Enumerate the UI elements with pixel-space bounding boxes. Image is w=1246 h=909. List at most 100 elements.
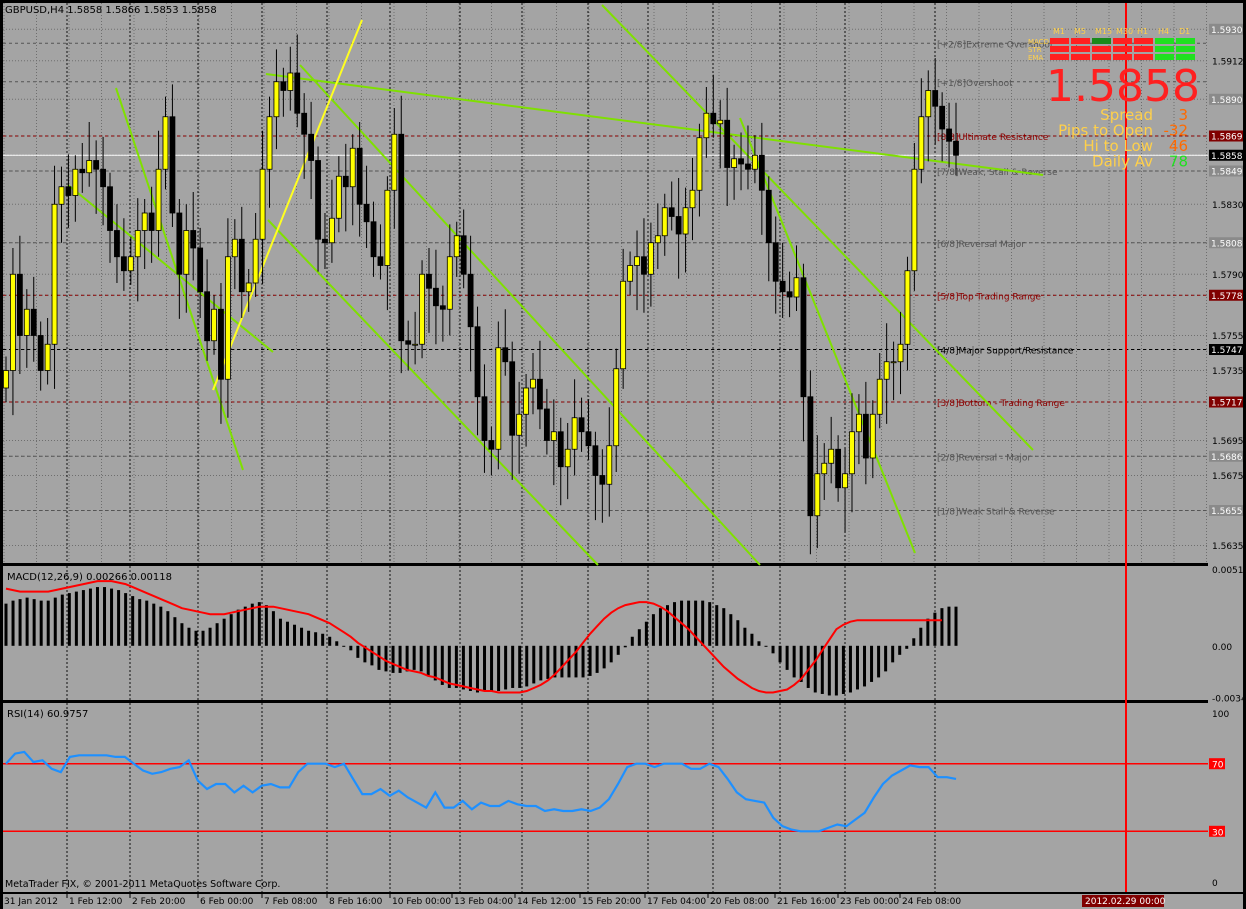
candle-bull: [446, 256, 453, 310]
macd-bar: [46, 600, 50, 646]
macd-bar: [630, 636, 634, 646]
candle-bull: [627, 265, 633, 282]
macd-bar: [145, 600, 149, 646]
candle-bull: [349, 147, 356, 188]
macd-bar: [103, 587, 107, 646]
macd-bar: [715, 605, 719, 646]
tf-label: H1: [1137, 27, 1148, 36]
candle-bear: [65, 186, 72, 196]
candle-bull: [273, 81, 280, 118]
time-tick: 13 Feb 04:00: [454, 897, 513, 907]
candle-bull: [717, 119, 724, 125]
macd-bar: [848, 645, 852, 693]
macd-tick: -0.00344: [1212, 695, 1246, 705]
macd-bar: [644, 621, 648, 646]
macd-bar: [243, 606, 247, 646]
macd-bar: [771, 645, 775, 654]
candle-bull: [793, 277, 800, 298]
macd-bar: [39, 600, 43, 646]
candle-bull: [814, 473, 821, 517]
macd-bar: [370, 645, 374, 666]
candle-bull: [918, 116, 925, 170]
macd-bar: [271, 611, 275, 646]
macd-bar: [905, 645, 909, 649]
macd-bar: [201, 630, 205, 646]
candle-bear: [322, 238, 328, 244]
candle-bear: [807, 396, 814, 517]
macd-bar: [532, 645, 536, 684]
candle-bull: [252, 238, 259, 284]
candle-bear: [474, 326, 481, 398]
macd-bar: [637, 629, 641, 646]
candle-bear: [668, 207, 675, 217]
price-tick: 1.5695: [1212, 437, 1244, 447]
candle-bull: [550, 431, 557, 441]
candle-bear: [301, 112, 308, 135]
candle-bull: [606, 445, 613, 485]
macd-bar: [328, 636, 332, 646]
signal-cell: [1071, 54, 1090, 60]
candle-bear: [37, 335, 44, 371]
macd-bar: [898, 645, 902, 655]
time-tag: 2012.02.29 00:00: [1085, 897, 1166, 907]
candle-bear: [557, 431, 564, 468]
candle-bull: [925, 90, 932, 118]
level-label: [2/8]Reversal - Major: [937, 453, 1031, 463]
signal-cell: [1050, 46, 1069, 52]
macd-bar: [877, 645, 881, 678]
price-tag: 1.5655: [1211, 507, 1243, 517]
candle-bear: [467, 273, 474, 328]
macd-bar: [651, 614, 655, 646]
candle-bull: [849, 431, 855, 475]
candle-bull: [564, 448, 571, 468]
candle-bear: [481, 396, 488, 441]
candle-bull: [869, 413, 876, 459]
macd-bar: [166, 611, 170, 646]
price-tag: 1.5747: [1211, 346, 1243, 356]
candle-bull: [620, 280, 627, 370]
candle-bull: [703, 112, 710, 139]
candle-bear: [370, 221, 377, 258]
rsi-tick: 30: [1212, 828, 1224, 838]
macd-bar: [736, 620, 740, 646]
metatrader-chart[interactable]: [+2/8]Extreme Overshoot[+1/8]Overshoot[8…: [0, 0, 1246, 909]
candle-bear: [772, 242, 779, 282]
candle-bear: [599, 475, 606, 485]
level-label: [6/8]Reversal Major: [937, 240, 1025, 250]
candle-bear: [932, 90, 939, 107]
candle-bull: [183, 230, 190, 275]
candle-bull: [10, 273, 16, 371]
macd-bar: [884, 645, 888, 672]
candle-bull: [3, 370, 9, 389]
macd-bar: [53, 597, 57, 646]
candle-bear: [363, 203, 370, 223]
candle-bear: [342, 175, 349, 188]
row-label: STR: [1028, 46, 1042, 54]
price-tag: 1.5778: [1211, 292, 1243, 302]
candle-bear: [93, 160, 100, 170]
candle-bear: [148, 212, 155, 231]
time-tick: 1 Feb 12:00: [69, 897, 123, 907]
candle-bear: [398, 133, 405, 342]
candle-bear: [537, 378, 543, 410]
macd-bar: [391, 645, 395, 673]
candle-bear: [592, 445, 599, 476]
candle-bull: [634, 256, 640, 266]
macd-bar: [264, 605, 268, 646]
rsi-tick: 0: [1212, 879, 1218, 889]
macd-bar: [954, 606, 958, 646]
macd-bar: [581, 645, 585, 678]
candle-bear: [294, 72, 301, 114]
time-tick: 17 Feb 04:00: [647, 897, 706, 907]
time-tick: 23 Feb 00:00: [840, 897, 899, 907]
macd-bar: [525, 645, 529, 687]
candle-bear: [405, 340, 412, 345]
candle-bear: [190, 230, 197, 249]
macd-bar: [750, 633, 754, 646]
macd-bar: [138, 599, 142, 646]
level-label: [3/8]Bottom - Trading Range: [937, 399, 1065, 409]
signal-cell: [1050, 54, 1069, 60]
candle-bull: [752, 154, 758, 170]
candle-bear: [114, 230, 120, 258]
candle-bull: [516, 413, 523, 436]
